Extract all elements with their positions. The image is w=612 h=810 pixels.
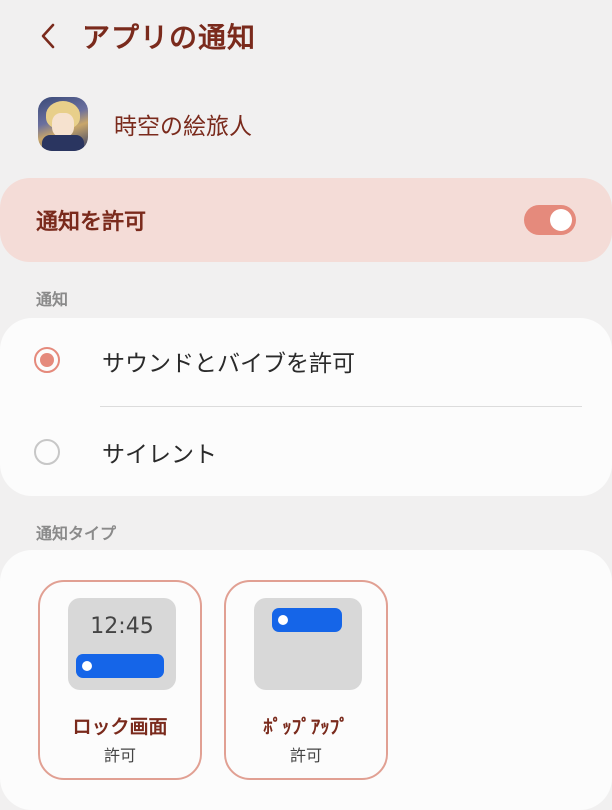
option-sound-vibrate[interactable]: サウンドとバイブを許可 <box>0 318 612 408</box>
header: アプリの通知 <box>0 0 612 78</box>
page-title: アプリの通知 <box>82 21 257 54</box>
back-button[interactable] <box>30 18 66 54</box>
lock-screen-preview: 12:45 <box>68 598 176 690</box>
popup-tile[interactable]: ﾎﾟｯﾌﾟｱｯﾌﾟ 許可 <box>224 580 388 780</box>
lock-screen-status: 許可 <box>103 746 136 765</box>
option-sound-vibrate-label: サウンドとバイブを許可 <box>102 351 355 377</box>
chevron-left-icon <box>41 23 55 49</box>
radio-silent[interactable] <box>34 439 60 465</box>
lock-screen-tile[interactable]: 12:45 ロック画面 許可 <box>38 580 202 780</box>
radio-sound-vibrate[interactable] <box>34 347 60 373</box>
option-silent-label: サイレント <box>102 442 217 468</box>
divider <box>100 406 582 407</box>
app-icon <box>38 97 88 151</box>
notification-types-section-label: 通知タイプ <box>36 524 117 543</box>
popup-status: 許可 <box>289 746 322 765</box>
notifications-section-label: 通知 <box>36 290 69 309</box>
popup-title: ﾎﾟｯﾌﾟｱｯﾌﾟ <box>263 716 349 738</box>
allow-notifications-label: 通知を許可 <box>36 210 147 235</box>
allow-notifications-row[interactable]: 通知を許可 <box>0 178 612 262</box>
toggle-knob <box>550 209 572 231</box>
notification-bar <box>76 654 164 678</box>
option-silent[interactable]: サイレント <box>0 408 612 498</box>
lock-screen-title: ロック画面 <box>72 716 168 738</box>
allow-notifications-toggle[interactable] <box>524 205 576 235</box>
app-name: 時空の絵旅人 <box>114 114 252 140</box>
notification-bar <box>272 608 342 632</box>
app-info: 時空の絵旅人 <box>38 96 252 152</box>
popup-preview <box>254 598 362 690</box>
preview-clock: 12:45 <box>90 614 154 639</box>
